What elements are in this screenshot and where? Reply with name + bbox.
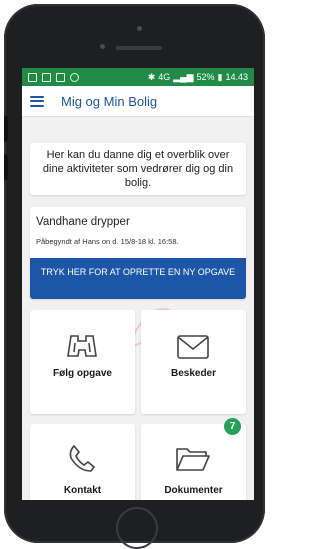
system-status: ✱ 4G ▂▄▆ 52% ▮ 14.43 (148, 72, 248, 83)
battery-percent: 52% (196, 72, 215, 82)
home-button[interactable] (116, 507, 158, 549)
sync-icon (70, 72, 79, 82)
notification-icon (28, 72, 37, 82)
tile-documents[interactable]: Dokumenter 7 (141, 418, 246, 500)
bluetooth-icon: ✱ (147, 71, 156, 82)
folder-icon (176, 448, 210, 471)
earpiece-speaker (116, 46, 162, 50)
clock: 14.43 (225, 72, 248, 82)
create-task-button[interactable]: TRYK HER FOR AT OPRETTE EN NY OPGAVE (30, 258, 246, 299)
network-type: 4G (158, 72, 171, 82)
task-subtitle: Påbegyndt af Hans on d. 15/8-18 kl. 16:5… (36, 237, 179, 246)
status-bar: ✱ 4G ▂▄▆ 52% ▮ 14.43 (22, 68, 254, 86)
side-button (4, 116, 8, 142)
tile-label: Kontakt (63, 485, 102, 496)
intro-text: Her kan du danne dig et overblik over di… (42, 149, 234, 189)
gallery-icon (42, 72, 51, 82)
task-card[interactable]: Vandhane drypper Påbegyndt af Hans on d.… (30, 207, 246, 299)
notification-icons (28, 72, 79, 82)
app-screen: ✱ 4G ▂▄▆ 52% ▮ 14.43 Mig og Min Bolig He… (22, 68, 254, 500)
tile-follow-task[interactable]: Følg opgave (30, 310, 135, 414)
battery-icon: ▮ (217, 71, 223, 82)
sensor-dot (100, 44, 105, 49)
phone-frame: ✱ 4G ▂▄▆ 52% ▮ 14.43 Mig og Min Bolig He… (4, 4, 265, 549)
envelope-icon (177, 335, 209, 359)
task-title: Vandhane drypper (36, 216, 130, 228)
tile-label: Dokumenter (164, 485, 223, 496)
signal-icon: ▂▄▆ (173, 71, 194, 82)
tile-label: Følg opgave (53, 368, 112, 379)
binoculars-icon (67, 335, 97, 357)
app-bar: Mig og Min Bolig (22, 86, 254, 117)
tile-contact[interactable]: Kontakt (30, 424, 135, 500)
hamburger-menu-icon[interactable] (30, 95, 44, 107)
notification-badge: 7 (224, 418, 241, 435)
tile-label: Beskeder (170, 368, 217, 379)
intro-card: Her kan du danne dig et overblik over di… (30, 143, 246, 195)
tile-messages[interactable]: Beskeder (141, 310, 246, 414)
camera-dot (137, 26, 142, 31)
app-notification-icon (56, 72, 65, 82)
phone-icon (69, 444, 96, 472)
page-title: Mig og Min Bolig (61, 93, 158, 109)
side-button (4, 154, 8, 180)
